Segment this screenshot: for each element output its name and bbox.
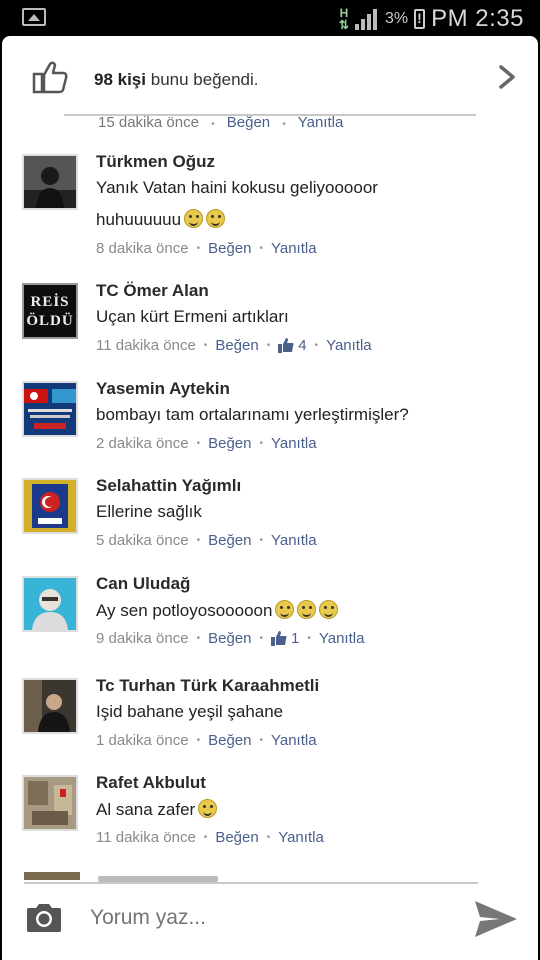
comment-item: REİS ÖLDÜ TC Ömer Alan Uçan kürt Ermeni … <box>2 281 538 377</box>
comment-time: 2 dakika önce <box>96 435 189 452</box>
comment-text-continued: huhuuuuuu <box>96 210 182 229</box>
commenter-name[interactable]: Rafet Akbulut <box>96 773 206 793</box>
comment-composer <box>2 884 538 960</box>
reply-link[interactable]: Yanıtla <box>278 829 324 846</box>
comment-item: Rafet Akbulut Al sana zafer 11 dakika ön… <box>2 773 538 869</box>
commenter-name[interactable]: Selahattin Yağımlı <box>96 476 241 496</box>
avatar[interactable] <box>22 678 78 734</box>
comment-text: Al sana zafer <box>96 800 196 819</box>
likes-summary-text: 98 kişi bunu beğendi. <box>94 70 259 90</box>
avatar[interactable]: REİS ÖLDÜ <box>22 283 78 339</box>
like-comment-link[interactable]: Beğen <box>208 732 251 749</box>
partial-comment-meta: 15 dakika önce • Beğen • Yanıtla <box>98 114 344 131</box>
avatar[interactable] <box>22 775 78 831</box>
thumbs-up-icon <box>32 61 68 94</box>
comment-item: Selahattin Yağımlı Ellerine sağlık 5 dak… <box>2 476 538 572</box>
like-comment-link[interactable]: Beğen <box>208 630 251 647</box>
grin-emoji-icon <box>206 209 226 228</box>
reply-link[interactable]: Yanıtla <box>271 240 317 257</box>
like-comment-link[interactable]: Beğen <box>215 337 258 354</box>
grin-emoji-icon <box>184 209 204 228</box>
comment-text: bombayı tam ortalarınamı yerleştirmişler… <box>96 405 409 424</box>
small-thumbs-up-icon <box>278 338 294 353</box>
commenter-name[interactable]: Yasemin Aytekin <box>96 379 230 399</box>
comment-like-count[interactable]: 4 <box>278 337 307 354</box>
comment-time: 5 dakika önce <box>96 532 189 549</box>
small-thumbs-up-icon <box>270 631 287 646</box>
send-icon[interactable] <box>472 898 520 940</box>
comment-text: Işid bahane yeşil şahane <box>96 702 284 721</box>
battery-percent: 3% <box>384 10 409 27</box>
comment-item: Tc Turhan Türk Karaahmetli Işid bahane y… <box>2 676 538 772</box>
grin-emoji-icon <box>319 600 339 619</box>
wink-emoji-icon <box>198 799 218 818</box>
reply-link[interactable]: Yanıtla <box>271 532 317 549</box>
likes-count: 98 kişi <box>94 70 146 89</box>
signal-icon <box>354 8 379 30</box>
like-count-value: 1 <box>290 630 300 647</box>
comment-meta: 9 dakika önce • Beğen • 1 • Yanıtla <box>96 630 365 647</box>
reply-link[interactable]: Yanıtla <box>298 114 344 131</box>
comment-text: Uçan kürt Ermeni artıkları <box>96 307 289 326</box>
like-comment-link[interactable]: Beğen <box>208 532 251 549</box>
reply-link[interactable]: Yanıtla <box>271 732 317 749</box>
like-comment-link[interactable]: Beğen <box>208 240 251 257</box>
comment-time: 15 dakika önce <box>98 114 199 131</box>
gallery-notification-icon <box>22 8 46 26</box>
avatar[interactable] <box>22 381 78 437</box>
clock: PM 2:35 <box>431 5 524 32</box>
grin-emoji-icon <box>275 600 295 619</box>
comment-like-count[interactable]: 1 <box>270 630 300 647</box>
network-type-text: H <box>339 6 349 20</box>
comment-text: Ellerine sağlık <box>96 502 202 521</box>
comment-input[interactable] <box>90 900 460 936</box>
likes-suffix: bunu beğendi. <box>150 70 259 89</box>
comment-time: 8 dakika önce <box>96 240 189 257</box>
comment-item: Türkmen Oğuz Yanık Vatan haini kokusu ge… <box>2 152 538 257</box>
comment-text-line: Ay sen potloyosooooon <box>96 600 339 621</box>
comment-text: Yanık Vatan haini kokusu geliyooooor <box>96 178 378 197</box>
comment-meta: 2 dakika önce • Beğen • Yanıtla <box>96 435 317 452</box>
comment-time: 11 dakika önce <box>96 829 196 846</box>
commenter-name[interactable]: TC Ömer Alan <box>96 281 209 301</box>
partial-avatar <box>24 872 80 880</box>
avatar[interactable] <box>22 576 78 632</box>
camera-icon[interactable] <box>24 902 64 934</box>
comment-item: Can Uludağ Ay sen potloyosooooon 9 dakik… <box>2 574 538 670</box>
like-comment-link[interactable]: Beğen <box>227 114 270 131</box>
like-comment-link[interactable]: Beğen <box>208 435 251 452</box>
reply-link[interactable]: Yanıtla <box>326 337 372 354</box>
commenter-name[interactable]: Türkmen Oğuz <box>96 152 215 172</box>
reply-link[interactable]: Yanıtla <box>271 435 317 452</box>
comment-meta: 11 dakika önce • Beğen • Yanıtla <box>96 829 324 846</box>
unamused-emoji-icon <box>297 600 317 619</box>
comment-text: Ay sen potloyosooooon <box>96 601 273 620</box>
commenter-name[interactable]: Can Uludağ <box>96 574 190 594</box>
comment-meta: 8 dakika önce • Beğen • Yanıtla <box>96 240 317 257</box>
comment-time: 1 dakika önce <box>96 732 189 749</box>
reply-link[interactable]: Yanıtla <box>319 630 365 647</box>
battery-icon <box>414 9 426 29</box>
comments-panel: 98 kişi bunu beğendi. 15 dakika önce • B… <box>2 36 538 960</box>
commenter-name[interactable]: Tc Turhan Türk Karaahmetli <box>96 676 319 696</box>
comment-text-line2: huhuuuuuu <box>96 209 226 230</box>
likes-summary[interactable]: 98 kişi bunu beğendi. <box>2 36 538 112</box>
status-bar: H⇅ 3% PM 2:35 <box>0 0 540 36</box>
avatar[interactable] <box>22 154 78 210</box>
like-comment-link[interactable]: Beğen <box>215 829 258 846</box>
like-count-value: 4 <box>298 337 307 354</box>
comment-text-line: Al sana zafer <box>96 799 218 820</box>
avatar-caption: REİS ÖLDÜ <box>26 294 74 329</box>
avatar[interactable] <box>22 478 78 534</box>
network-type-indicator: H ⇅ <box>338 6 349 32</box>
comment-time: 9 dakika önce <box>96 630 189 647</box>
comment-time: 11 dakika önce <box>96 337 196 354</box>
chevron-right-icon[interactable] <box>498 64 516 90</box>
comment-meta: 11 dakika önce • Beğen • 4 • Yanıtla <box>96 337 372 354</box>
comment-item: Yasemin Aytekin bombayı tam ortalarınamı… <box>2 379 538 475</box>
comment-meta: 5 dakika önce • Beğen • Yanıtla <box>96 532 317 549</box>
comment-meta: 1 dakika önce • Beğen • Yanıtla <box>96 732 317 749</box>
